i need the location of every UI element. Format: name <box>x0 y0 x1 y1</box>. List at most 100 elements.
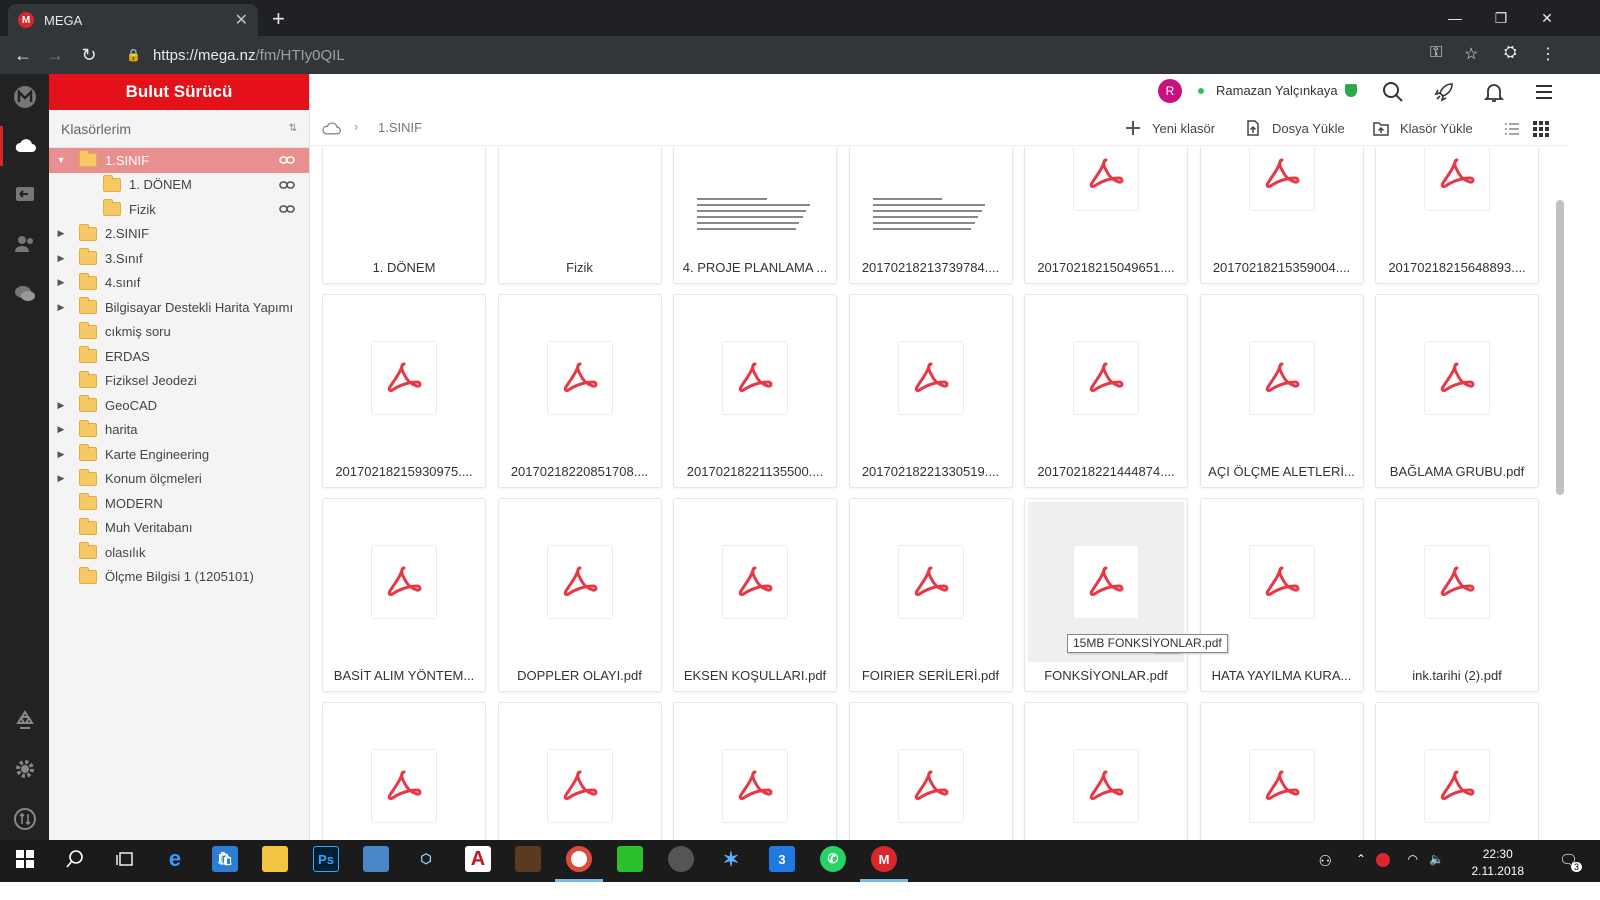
app-icon-3[interactable]: 3 <box>769 846 795 872</box>
tree-item[interactable]: ▶ 2.SINIF <box>49 222 309 247</box>
app-icon-dark[interactable] <box>668 846 694 872</box>
task-view-icon[interactable] <box>112 846 138 872</box>
tree-item[interactable]: ▶ Bilgisayar Destekli Harita Yapımı <box>49 295 309 320</box>
file-card[interactable]: jeodezi ve foto.sorul... <box>848 702 1013 840</box>
tree-item[interactable]: Fizik <box>49 197 309 222</box>
tray-expand-icon[interactable]: ⌃ <box>1356 852 1366 866</box>
chat-icon[interactable] <box>0 274 49 314</box>
url-field[interactable]: 🔒 https://mega.nz/fm/HTIy0QIL <box>114 41 1414 69</box>
upload-file-button[interactable]: Dosya Yükle <box>1244 119 1345 137</box>
tree-item[interactable]: ▶ 3.Sınıf <box>49 246 309 271</box>
file-card[interactable]: JEOLOJİNİN TANIMI.... <box>1024 702 1188 840</box>
main-menu-icon[interactable] <box>1532 80 1556 104</box>
caret-right-icon[interactable]: ▶ <box>55 449 67 460</box>
new-tab-icon[interactable]: + <box>272 6 285 32</box>
mega-app-icon[interactable]: M <box>871 846 897 872</box>
settings-icon[interactable] <box>0 749 49 789</box>
clock[interactable]: 22:30 2.11.2018 <box>1472 846 1525 880</box>
file-card[interactable]: 20170218220851708.... <box>497 294 662 488</box>
contacts-icon[interactable] <box>0 224 49 264</box>
tree-item[interactable]: ▶ harita <box>49 418 309 443</box>
back-icon[interactable]: ← <box>10 42 36 68</box>
shared-items-icon[interactable] <box>0 174 49 214</box>
file-explorer-icon[interactable] <box>262 846 288 872</box>
3d-box-icon[interactable]: ⬡ <box>413 846 439 872</box>
tree-item[interactable]: ▶ Karte Engineering <box>49 442 309 467</box>
link-icon[interactable] <box>279 153 295 167</box>
file-card[interactable]: HATA YAYILMA KURA... <box>1199 498 1364 692</box>
forward-icon[interactable]: → <box>42 42 68 68</box>
file-card[interactable]: 20170218221135500.... <box>673 294 837 488</box>
caret-right-icon[interactable]: ▶ <box>55 424 67 435</box>
autocad-icon[interactable]: A <box>465 846 491 872</box>
caret-right-icon[interactable]: ▶ <box>55 302 67 313</box>
file-card[interactable]: ink.tarihi (2).pdf <box>1375 498 1539 692</box>
caret-down-icon[interactable]: ▼ <box>55 155 67 165</box>
file-card[interactable]: EKSEN KOŞULLARI.pdf <box>673 498 837 692</box>
file-card[interactable]: AÇI ÖLÇME ALETLERİ... <box>1199 294 1364 488</box>
mega-tray-icon[interactable] <box>1376 853 1390 867</box>
link-icon[interactable] <box>279 202 295 216</box>
volume-icon[interactable]: 🔈 <box>1429 852 1444 866</box>
caret-right-icon[interactable]: ▶ <box>55 228 67 239</box>
minimize-icon[interactable]: — <box>1432 4 1478 32</box>
wifi-icon[interactable]: ◠ <box>1408 852 1418 866</box>
breadcrumb-current[interactable]: 1.SINIF <box>378 120 422 135</box>
extension-icon[interactable]: ⛭ <box>1504 44 1517 62</box>
cloud-drive-icon[interactable] <box>0 126 49 166</box>
caret-right-icon[interactable]: ▶ <box>55 277 67 288</box>
file-card[interactable]: mat.soru.pdf <box>1199 702 1364 840</box>
tree-item[interactable]: ▶ GeoCAD <box>49 393 309 418</box>
store-icon[interactable]: 🛍 <box>212 846 238 872</box>
link-icon[interactable] <box>279 178 295 192</box>
tree-item[interactable]: ▼ 1.SINIF <box>49 148 309 173</box>
reload-icon[interactable]: ↻ <box>76 42 102 68</box>
file-card[interactable]: BASİT ALIM YÖNTEM... <box>322 498 486 692</box>
photoshop-icon[interactable]: Ps <box>313 846 339 872</box>
file-card[interactable]: 20170218221330519.... <box>848 294 1013 488</box>
chrome-icon[interactable] <box>566 846 592 872</box>
app-icon-blue[interactable] <box>363 846 389 872</box>
file-card[interactable]: 4. PROJE PLANLAMA ... <box>673 147 837 284</box>
tree-item[interactable]: ▶ Konum ölçmeleri <box>49 467 309 492</box>
mega-logo-icon[interactable] <box>0 77 49 117</box>
taskbar-search-icon[interactable] <box>62 846 88 872</box>
tree-item[interactable]: Muh Veritabanı <box>49 516 309 541</box>
app-icon-star[interactable]: ✶ <box>718 846 744 872</box>
tab-close-icon[interactable]: ✕ <box>235 10 248 30</box>
upload-folder-button[interactable]: Klasör Yükle <box>1372 119 1473 137</box>
key-icon[interactable]: ⚿ <box>1430 44 1442 62</box>
maximize-icon[interactable]: ❐ <box>1478 4 1524 32</box>
transfers-icon[interactable] <box>0 799 49 839</box>
file-card[interactable]: jeodezi ve foto.soru.... <box>673 702 837 840</box>
file-card[interactable]: FOIRIER SERİLERİ.pdf <box>848 498 1013 692</box>
search-icon[interactable] <box>1381 80 1405 104</box>
file-card[interactable]: 20170218215359004.... <box>1199 147 1364 284</box>
file-card[interactable]: jeodezi ve foto.soru (... <box>497 702 662 840</box>
app-icon-green[interactable] <box>617 846 643 872</box>
file-card[interactable]: FONKSİYONLAR.pdf••• <box>1024 498 1188 692</box>
notifications-bell-icon[interactable] <box>1482 80 1506 104</box>
tree-item[interactable]: ▶ 4.sınıf <box>49 271 309 296</box>
file-card[interactable]: 20170218221444874.... <box>1024 294 1188 488</box>
close-window-icon[interactable]: ✕ <box>1524 4 1570 32</box>
app-icon-brown[interactable] <box>515 846 541 872</box>
sort-icon[interactable]: ⇅ <box>289 123 297 134</box>
file-card[interactable]: 20170218215049651.... <box>1024 147 1188 284</box>
folder-card[interactable]: 1. DÖNEM <box>322 147 486 284</box>
tree-item[interactable]: 1. DÖNEM <box>49 173 309 198</box>
tree-item[interactable]: cıkmiş soru <box>49 320 309 345</box>
tree-item[interactable]: Ölçme Bilgisi 1 (1205101) <box>49 565 309 590</box>
file-card[interactable]: 20170218215648893.... <box>1375 147 1539 284</box>
tree-item[interactable]: ERDAS <box>49 344 309 369</box>
caret-right-icon[interactable]: ▶ <box>55 400 67 411</box>
caret-right-icon[interactable]: ▶ <box>55 253 67 264</box>
caret-right-icon[interactable]: ▶ <box>55 473 67 484</box>
file-card[interactable]: DOPPLER OLAYI.pdf <box>497 498 662 692</box>
file-card[interactable]: 20170218215930975.... <box>322 294 486 488</box>
people-icon[interactable]: ⚇ <box>1319 852 1332 870</box>
tree-item[interactable]: MODERN <box>49 491 309 516</box>
username[interactable]: Ramazan Yalçınkaya <box>1216 83 1338 98</box>
file-card[interactable]: 20170218213739784.... <box>848 147 1013 284</box>
bookmark-star-icon[interactable]: ☆ <box>1464 44 1478 64</box>
